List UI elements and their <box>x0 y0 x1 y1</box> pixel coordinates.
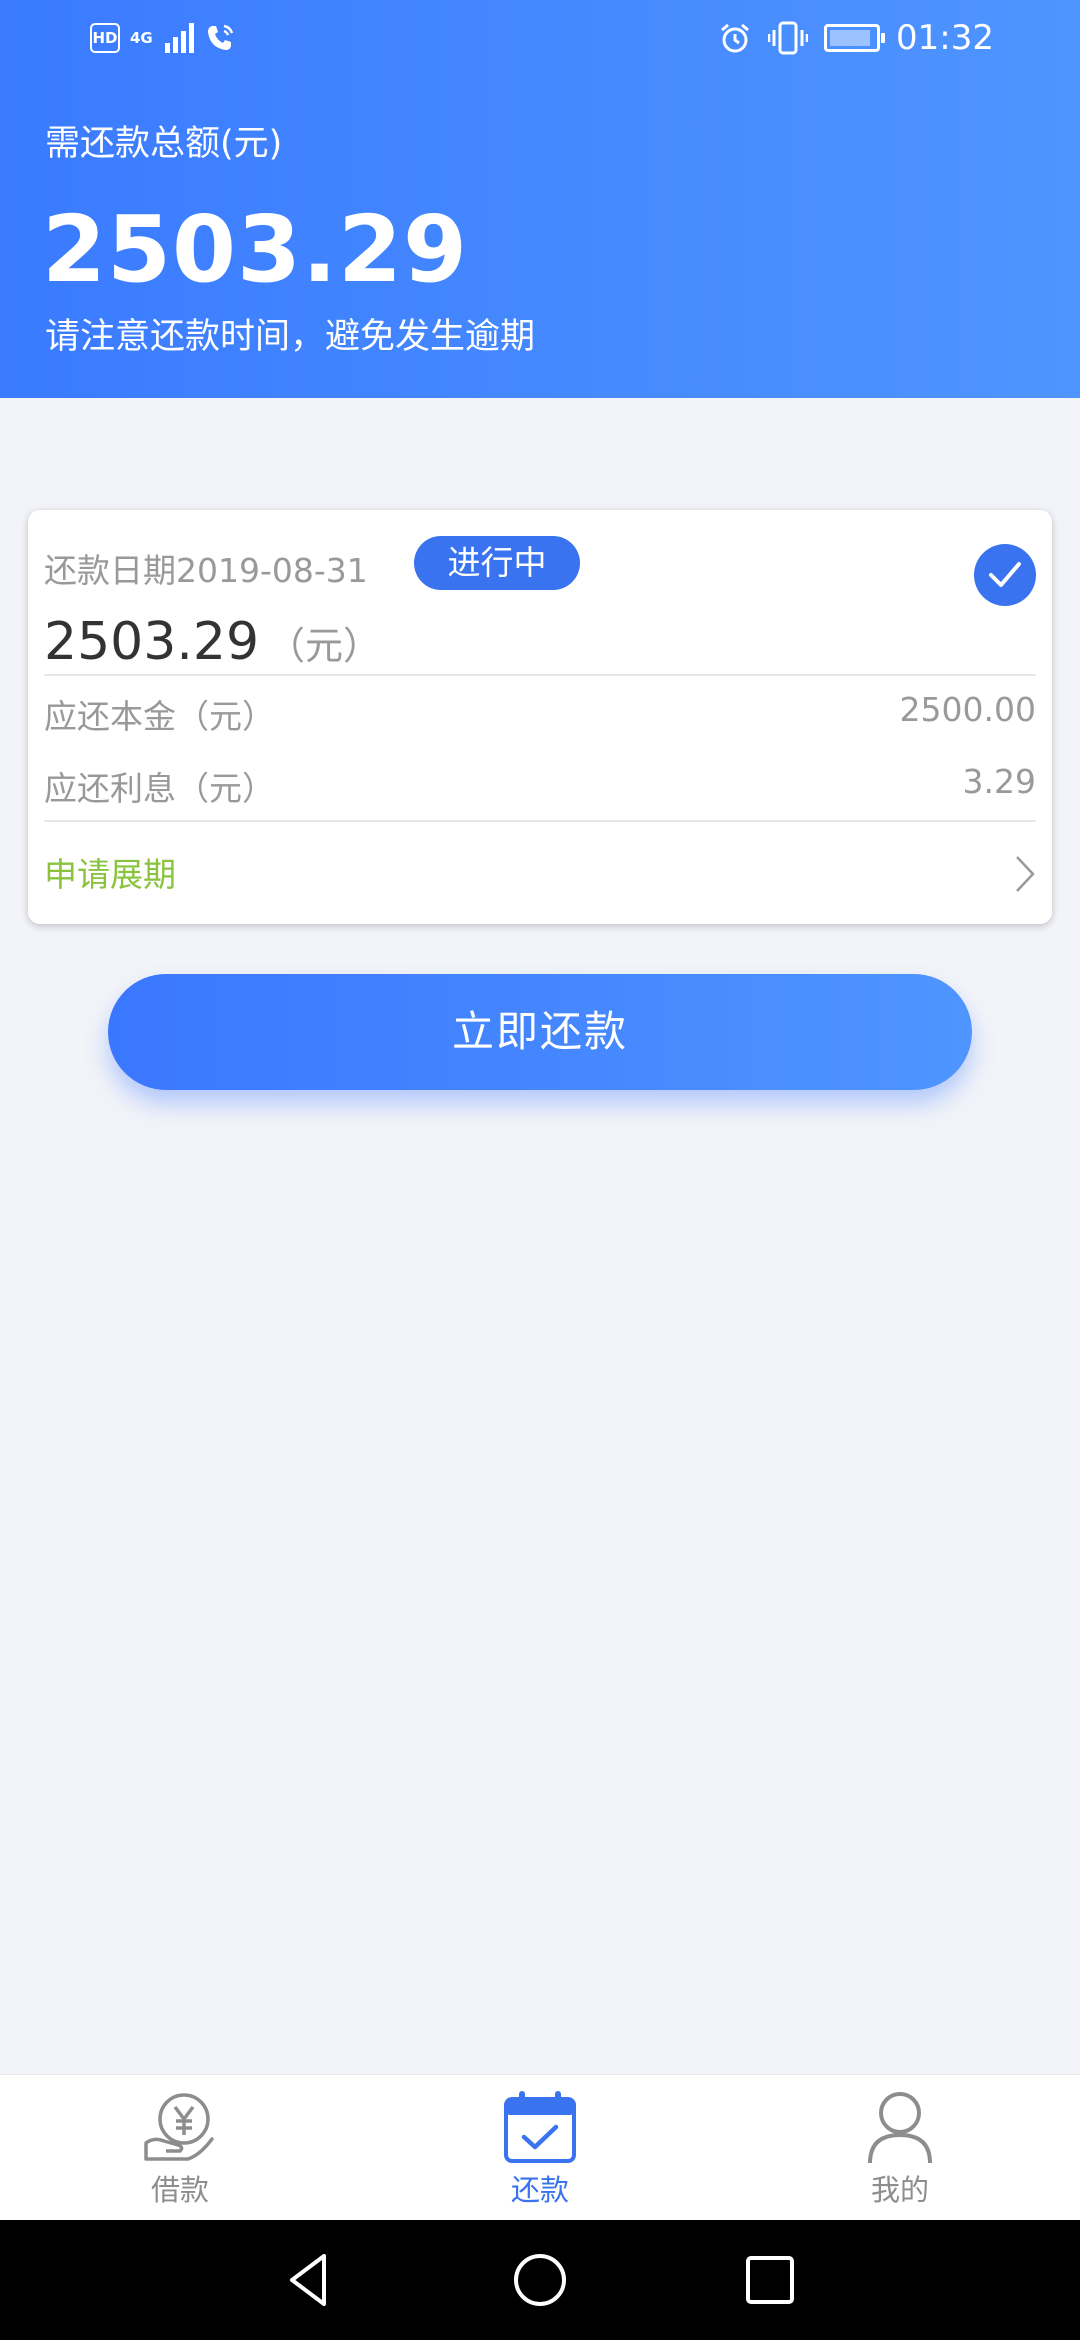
card-header: 还款日期2019-08-31 进行中 <box>44 536 1036 606</box>
divider <box>44 674 1036 676</box>
network-type: 4G <box>130 28 153 47</box>
total-amount-value: 2503.29 <box>42 196 469 303</box>
hd-icon: HD <box>90 23 120 53</box>
bottom-tab-bar: 借款 还款 我的 <box>0 2074 1080 2221</box>
tab-label: 借款 <box>150 2173 209 2207</box>
tab-mine[interactable]: 我的 <box>800 2075 1000 2221</box>
user-profile-icon <box>868 2092 932 2164</box>
calendar-check-icon <box>504 2091 576 2163</box>
system-nav-bar <box>0 2220 1080 2340</box>
total-amount-label: 需还款总额(元) <box>45 124 283 164</box>
alarm-icon <box>721 23 749 53</box>
principal-label: 应还本金（元） <box>44 697 275 736</box>
overdue-warning-note: 请注意还款时间，避免发生逾期 <box>45 317 536 357</box>
due-date: 还款日期2019-08-31 <box>44 551 368 590</box>
recents-icon[interactable] <box>738 2248 802 2312</box>
status-time: 01:32 <box>896 18 994 58</box>
card-amount-unit: （元） <box>267 624 382 668</box>
apply-extension-link[interactable]: 申请展期 <box>44 848 176 896</box>
interest-label: 应还利息（元） <box>44 769 275 808</box>
status-bar: HD 4G 01:32 <box>0 0 1080 84</box>
back-icon[interactable] <box>278 2248 342 2312</box>
vibrate-icon <box>768 21 809 55</box>
tab-loan[interactable]: 借款 <box>80 2075 280 2221</box>
wifi-calling-icon <box>207 24 233 50</box>
card-amount-value: 2503.29 <box>44 612 260 672</box>
repay-now-button[interactable]: 立即还款 <box>108 974 972 1090</box>
tab-label: 还款 <box>510 2173 569 2207</box>
signal-icon <box>164 23 194 53</box>
principal-value: 2500.00 <box>899 690 1036 729</box>
chevron-right-icon[interactable] <box>1014 854 1036 894</box>
tab-label: 我的 <box>870 2173 929 2207</box>
repayment-card: 还款日期2019-08-31 进行中 2503.29 （元） 应还本金（元） 25… <box>28 510 1052 924</box>
status-badge: 进行中 <box>414 536 580 590</box>
header-banner: HD 4G 01:32 需还款总额(元) 2503.29 请注意还款时间，避免发… <box>0 0 1080 398</box>
status-left-group: HD 4G <box>90 22 236 54</box>
divider <box>44 820 1036 822</box>
battery-icon <box>824 24 886 52</box>
tab-repayment[interactable]: 还款 <box>440 2075 640 2221</box>
status-right-group: 01:32 <box>718 18 994 58</box>
loan-yen-hand-icon <box>144 2093 214 2161</box>
selected-check-icon[interactable] <box>974 544 1036 606</box>
home-icon[interactable] <box>508 2248 572 2312</box>
interest-value: 3.29 <box>962 762 1036 801</box>
